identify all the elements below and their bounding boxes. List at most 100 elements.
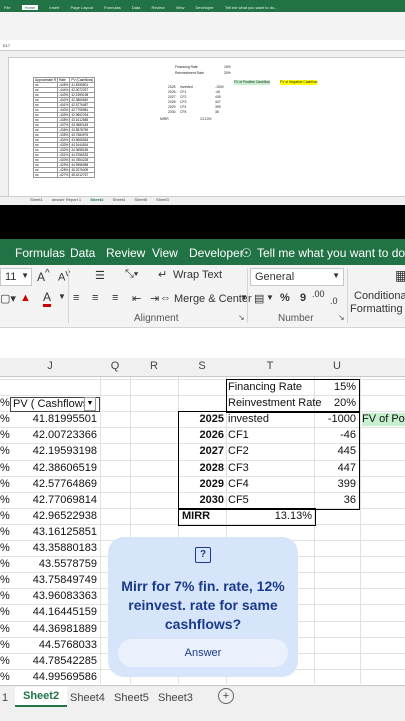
lightbulb-icon[interactable]: ☉ bbox=[241, 246, 252, 260]
thumb-tab-formulas[interactable]: Formulas bbox=[104, 5, 121, 10]
wrap-text-button[interactable]: Wrap Text bbox=[173, 269, 222, 281]
conditional-formatting-button[interactable]: Conditional bbox=[354, 290, 405, 302]
pv-value-cell[interactable]: 42.96522938 bbox=[10, 510, 97, 522]
borders-icon[interactable]: ▢▾ bbox=[0, 292, 16, 305]
conditional-formatting-icon[interactable]: ▦ bbox=[395, 267, 405, 284]
thumb-sheet-tab[interactable]: Sheet5 bbox=[134, 197, 147, 202]
fill-color-icon[interactable]: ▲ bbox=[20, 292, 31, 304]
pv-value-cell[interactable]: 44.5768033 bbox=[10, 639, 97, 651]
percent-cell[interactable]: % bbox=[0, 445, 10, 457]
grow-font-icon[interactable]: A^ bbox=[37, 268, 50, 284]
wrap-text-icon[interactable]: ↵ bbox=[158, 268, 167, 281]
percent-cell[interactable]: % bbox=[0, 671, 10, 683]
add-sheet-button[interactable]: + bbox=[218, 688, 234, 704]
number-format-select[interactable]: General ▼ bbox=[250, 268, 344, 286]
font-color-icon[interactable]: A bbox=[43, 291, 52, 307]
column-header-q[interactable]: Q bbox=[100, 360, 130, 372]
thumb-tab-page-layout[interactable]: Page Layout bbox=[71, 5, 93, 10]
filter-dropdown-icon[interactable]: ▼ bbox=[84, 397, 96, 412]
merge-center-icon[interactable]: ⇔ bbox=[160, 292, 171, 304]
pv-value-cell[interactable]: 44.16445159 bbox=[10, 606, 97, 618]
pv-value-cell[interactable]: 43.75849749 bbox=[10, 574, 97, 586]
tab-data[interactable]: Data bbox=[70, 246, 95, 260]
percent-cell[interactable]: % bbox=[0, 478, 10, 490]
tab-formulas[interactable]: Formulas bbox=[15, 246, 65, 260]
pv-value-cell[interactable]: 41.81995501 bbox=[10, 413, 97, 425]
thumb-tell-me[interactable]: Tell me what you want to do... bbox=[225, 5, 278, 10]
pv-value-cell[interactable]: 44.36981889 bbox=[10, 623, 97, 635]
thumb-sheet-tab[interactable]: Sheet3 bbox=[156, 197, 169, 202]
pv-value-cell[interactable]: 43.35880183 bbox=[10, 542, 97, 554]
tell-me-search[interactable]: Tell me what you want to do... bbox=[257, 246, 405, 260]
percent-cell[interactable]: % bbox=[0, 558, 10, 570]
pv-value-cell[interactable]: 44.78542285 bbox=[10, 655, 97, 667]
increase-decimal-button[interactable]: .00 bbox=[312, 289, 325, 299]
align-left-icon[interactable]: ≡ bbox=[73, 292, 79, 304]
tab-review[interactable]: Review bbox=[106, 246, 145, 260]
chevron-down-icon[interactable]: ▼ bbox=[266, 293, 274, 302]
pv-value-cell[interactable]: 42.57764869 bbox=[10, 478, 97, 490]
column-header-j[interactable]: J bbox=[0, 360, 100, 372]
align-right-icon[interactable]: ≡ bbox=[112, 292, 118, 304]
fv-positive-header[interactable]: FV of Posi bbox=[362, 413, 405, 427]
conditional-formatting-button-2[interactable]: Formatting bbox=[350, 303, 403, 315]
percent-cell[interactable]: % bbox=[0, 623, 10, 635]
increase-indent-icon[interactable]: ⇥ bbox=[150, 292, 159, 305]
thumb-sheet-tab[interactable]: answer Report 1 bbox=[52, 197, 81, 202]
thumb-sheet-tab-active[interactable]: Sheet2 bbox=[90, 197, 103, 202]
thumb-tab-developer[interactable]: Developer bbox=[195, 5, 213, 10]
orientation-icon[interactable]: ⤡▾ bbox=[125, 268, 138, 281]
dialog-launcher-icon[interactable]: ↘ bbox=[338, 313, 345, 322]
dialog-launcher-icon[interactable]: ↘ bbox=[238, 313, 245, 322]
column-header-u[interactable]: U bbox=[314, 360, 360, 372]
pv-value-cell[interactable]: 42.19593198 bbox=[10, 445, 97, 457]
currency-icon[interactable]: ▤ bbox=[254, 292, 264, 305]
percent-cell[interactable]: % bbox=[0, 510, 10, 522]
percent-cell[interactable]: % bbox=[0, 639, 10, 651]
thumb-tab-view[interactable]: View bbox=[176, 5, 185, 10]
column-header-t[interactable]: T bbox=[226, 360, 314, 372]
pv-value-cell[interactable]: 43.5578759 bbox=[10, 558, 97, 570]
percent-cell[interactable]: % bbox=[0, 413, 10, 425]
thumb-tab-home[interactable]: Home bbox=[21, 5, 39, 10]
sheet-tab-sheet2[interactable]: Sheet2 bbox=[15, 687, 68, 707]
sheet-tab-sheet4[interactable]: Sheet4 bbox=[70, 692, 105, 704]
thumb-formula-bar[interactable]: E17 bbox=[0, 41, 405, 51]
pv-value-cell[interactable]: 42.38606519 bbox=[10, 462, 97, 474]
percent-cell[interactable]: % bbox=[0, 606, 10, 618]
thumb-tab-file[interactable]: File bbox=[4, 5, 10, 10]
column-header-s[interactable]: S bbox=[178, 360, 226, 372]
percent-cell[interactable]: % bbox=[0, 462, 10, 474]
pv-value-cell[interactable]: 44.99569586 bbox=[10, 671, 97, 683]
pv-value-cell[interactable]: 42.00723366 bbox=[10, 429, 97, 441]
percent-button[interactable]: % bbox=[280, 292, 290, 304]
pv-value-cell[interactable]: 43.16125851 bbox=[10, 526, 97, 538]
sheet-tab-partial[interactable]: 1 bbox=[2, 692, 8, 704]
percent-cell[interactable]: % bbox=[0, 574, 10, 586]
thumb-sheet-tab[interactable]: Sheet1 bbox=[30, 197, 43, 202]
align-center-icon[interactable]: ≡ bbox=[92, 292, 98, 304]
decrease-indent-icon[interactable]: ⇤ bbox=[132, 292, 141, 305]
percent-cell[interactable]: % bbox=[0, 429, 10, 441]
thumb-name-box[interactable]: E17 bbox=[3, 43, 10, 48]
percent-cell[interactable]: % bbox=[0, 526, 10, 538]
percent-cell[interactable]: % bbox=[0, 397, 10, 409]
sheet-tab-sheet3[interactable]: Sheet3 bbox=[158, 692, 193, 704]
pv-value-cell[interactable]: 43.96083363 bbox=[10, 590, 97, 602]
percent-cell[interactable]: % bbox=[0, 542, 10, 554]
decrease-decimal-button[interactable]: .0 bbox=[330, 296, 338, 306]
pv-value-cell[interactable]: 42.77069814 bbox=[10, 494, 97, 506]
thumb-tab-review[interactable]: Review bbox=[151, 5, 164, 10]
font-size-select[interactable]: 11 ▼ bbox=[0, 268, 32, 286]
answer-button[interactable]: Answer bbox=[118, 639, 288, 667]
chevron-down-icon[interactable]: ▼ bbox=[58, 292, 66, 301]
sheet-tab-sheet5[interactable]: Sheet5 bbox=[114, 692, 149, 704]
comma-style-button[interactable]: 9 bbox=[300, 292, 306, 304]
align-top-icon[interactable]: ☰ bbox=[95, 269, 105, 282]
thumb-tab-data[interactable]: Data bbox=[132, 5, 140, 10]
thumb-tab-insert[interactable]: Insert bbox=[49, 5, 59, 10]
percent-cell[interactable]: % bbox=[0, 655, 10, 667]
percent-cell[interactable]: % bbox=[0, 590, 10, 602]
percent-cell[interactable]: % bbox=[0, 494, 10, 506]
tab-view[interactable]: View bbox=[152, 246, 178, 260]
